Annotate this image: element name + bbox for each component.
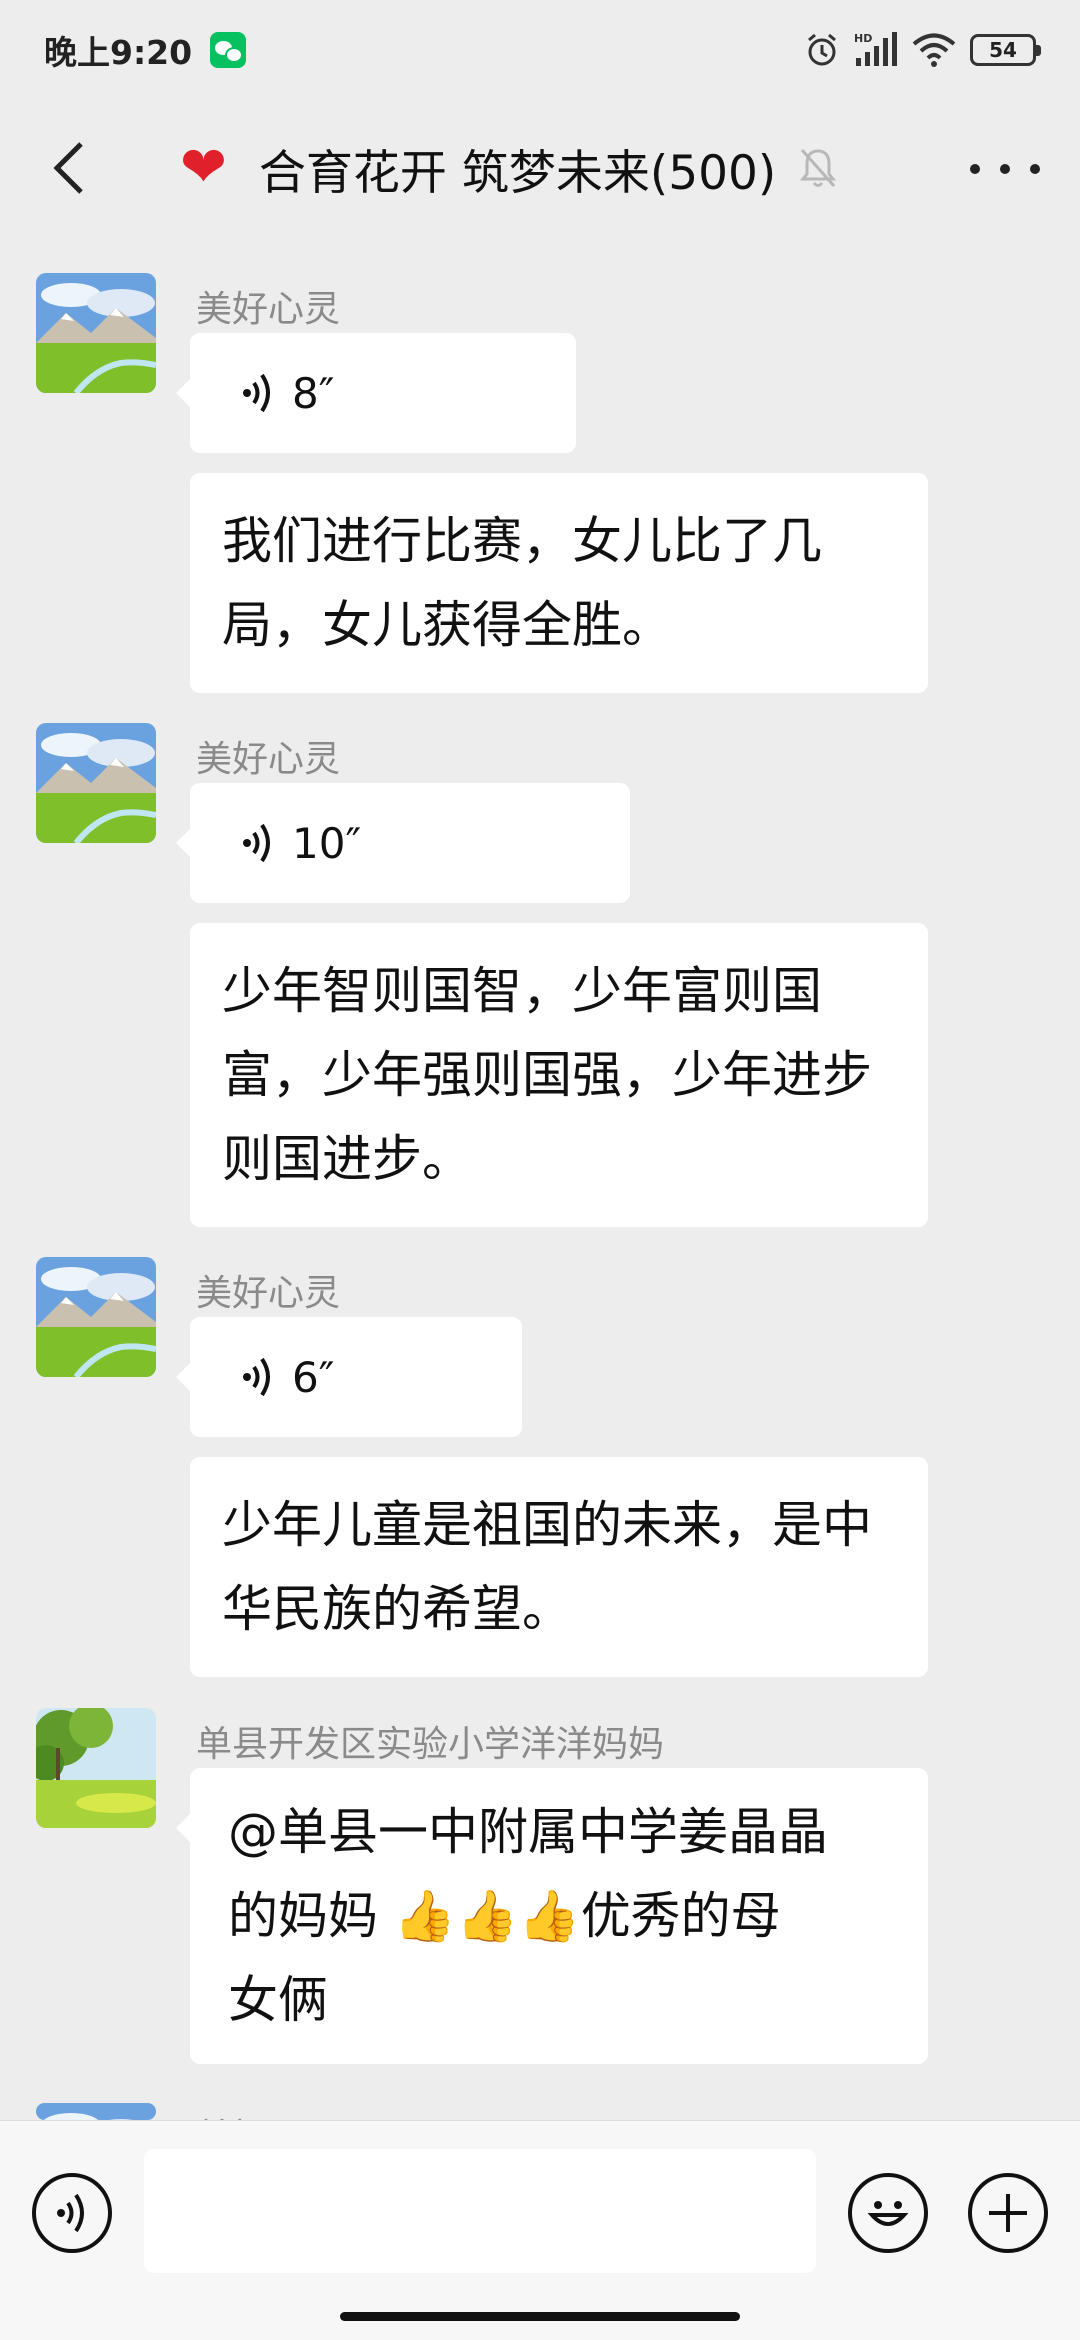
avatar[interactable] — [36, 1708, 156, 1828]
avatar[interactable] — [36, 1257, 156, 1377]
wifi-icon — [912, 33, 956, 67]
voice-wave-icon — [242, 821, 276, 865]
thumbs-up-emoji: 👍👍👍 — [393, 1887, 581, 1945]
avatar-image-mountain — [36, 723, 156, 843]
voice-icon — [57, 2193, 84, 2233]
message-line: 女俩 — [228, 1971, 328, 2029]
text-message[interactable]: 少年儿童是祖国的未来，是中华民族的希望。 — [190, 1457, 928, 1677]
voice-duration: 8″ — [292, 368, 335, 418]
sender-name: 单县开发区实验小学洋洋妈妈 — [196, 1724, 665, 1765]
message-line: @单县一中附属中学姜晶晶 — [228, 1803, 828, 1861]
voice-wave-icon — [242, 1355, 276, 1399]
emoji-icon — [867, 2201, 909, 2226]
sender-name: 美好心灵 — [196, 2108, 340, 2120]
status-icons: HD 54 — [804, 32, 1041, 68]
message-input[interactable] — [144, 2149, 816, 2273]
mute-bell-icon — [798, 146, 838, 190]
back-button[interactable] — [38, 138, 98, 198]
sender-name: 美好心灵 — [196, 289, 341, 330]
voice-message[interactable]: 10″ — [176, 783, 630, 903]
chat-title-area[interactable]: ❤ 合育花开 筑梦未来(500) — [180, 128, 838, 208]
text-message[interactable]: @单县一中附属中学姜晶晶 的妈妈 👍👍👍优秀的母 女俩 — [176, 1768, 928, 2064]
text-message[interactable]: 少年智则国智，少年富则国富，少年强则国强，少年进步则国进步。 — [190, 923, 928, 1227]
avatar[interactable] — [36, 723, 156, 843]
avatar-image-mountain — [36, 273, 156, 393]
input-bar — [0, 2120, 1080, 2340]
sender-name: 美好心灵 — [196, 739, 341, 780]
status-bar: 晚上9:20 HD 54 — [0, 0, 1080, 100]
status-time: 晚上9:20 — [44, 33, 193, 72]
avatar[interactable] — [36, 273, 156, 393]
plus-icon — [989, 2194, 1027, 2232]
voice-message[interactable]: 8″ — [176, 333, 576, 453]
message-text: 的妈妈 — [228, 1887, 394, 1945]
message-line: 的妈妈 👍👍👍优秀的母 — [228, 1874, 890, 1958]
emoji-button[interactable] — [848, 2173, 928, 2253]
voice-input-button[interactable] — [32, 2173, 112, 2253]
text-message[interactable]: 我们进行比赛，女儿比了几局，女儿获得全胜。 — [190, 473, 928, 693]
voice-wave-icon — [242, 371, 276, 415]
network-label: HD — [854, 32, 872, 45]
message-text: 优秀的母 — [580, 1887, 781, 1945]
avatar-image-meadow — [36, 1708, 156, 1828]
voice-duration: 6″ — [292, 1352, 335, 1402]
voice-message[interactable]: 6″ — [176, 1317, 522, 1437]
battery-icon: 54 — [970, 34, 1041, 66]
wechat-notification-icon — [210, 32, 247, 68]
battery-level: 54 — [989, 38, 1017, 62]
chat-header: ❤ 合育花开 筑梦未来(500) — [0, 100, 1080, 240]
alarm-icon — [804, 32, 840, 68]
heart-icon: ❤ — [180, 135, 227, 200]
avatar[interactable] — [36, 2103, 156, 2120]
signal-icon: HD — [854, 32, 898, 68]
home-indicator[interactable] — [340, 2312, 740, 2321]
avatar-image-mountain — [36, 1257, 156, 1377]
back-icon — [53, 142, 83, 194]
sender-name: 美好心灵 — [196, 1273, 341, 1314]
chat-screen: 晚上9:20 HD 54 ❤ 合育花开 筑梦未来(500) 美好心灵 8″ 我们… — [0, 0, 1080, 2340]
more-button[interactable] — [970, 144, 1040, 194]
chat-title: 合育花开 筑梦未来(500) — [258, 145, 777, 201]
voice-duration: 10″ — [292, 818, 362, 868]
plus-button[interactable] — [968, 2173, 1048, 2253]
avatar-image-mountain — [36, 2103, 156, 2120]
